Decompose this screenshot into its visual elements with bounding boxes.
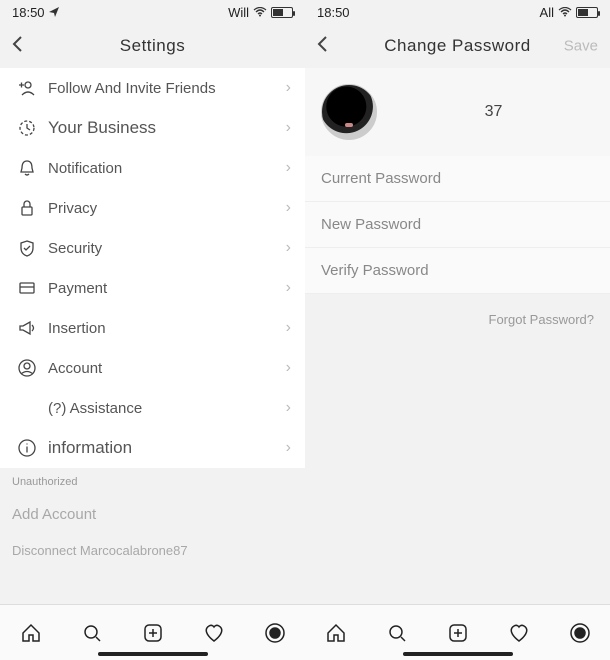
location-icon [49,5,59,20]
back-button[interactable] [10,33,24,59]
chevron-right-icon: › [286,279,291,297]
home-indicator [98,652,208,656]
settings-menu: Follow And Invite Friends › Your Busines… [0,68,305,468]
status-carrier: All [540,5,554,20]
nav-activity[interactable] [202,621,226,645]
chevron-right-icon: › [286,439,291,457]
menu-label: Payment [48,280,286,297]
chevron-right-icon: › [286,159,291,177]
nav-create[interactable] [141,621,165,645]
home-indicator [403,652,513,656]
chevron-right-icon: › [286,319,291,337]
status-time: 18:50 [12,5,45,20]
nav-search[interactable] [385,621,409,645]
clock-icon [14,118,40,138]
wifi-icon [558,5,572,20]
settings-header: Settings [0,24,305,68]
menu-information[interactable]: information › [0,428,305,468]
add-person-icon [14,78,40,98]
page-title: Change Password [317,36,598,56]
menu-insertion[interactable]: Insertion › [0,308,305,348]
page-title: Settings [12,36,293,56]
menu-follow-invite[interactable]: Follow And Invite Friends › [0,68,305,108]
nav-create[interactable] [446,621,470,645]
menu-label: Follow And Invite Friends [48,80,286,97]
new-password-field[interactable]: New Password [305,202,610,248]
wifi-icon [253,5,267,20]
bell-icon [14,158,40,178]
nav-activity[interactable] [507,621,531,645]
account-icon [14,358,40,378]
chevron-right-icon: › [286,119,291,137]
bottom-nav [305,604,610,660]
back-button[interactable] [315,33,329,59]
info-icon [14,438,40,458]
card-icon [14,278,40,298]
status-carrier: Will [228,5,249,20]
lock-icon [14,198,40,218]
battery-icon [576,7,598,18]
chevron-right-icon: › [286,399,291,417]
status-bar: 18:50 All [305,0,610,24]
menu-label: Privacy [48,200,286,217]
add-account-link[interactable]: Add Account [0,496,305,533]
nav-home[interactable] [324,621,348,645]
profile-block: 37 [305,68,610,156]
change-password-header: Change Password Save [305,24,610,68]
nav-profile[interactable] [568,621,592,645]
save-button[interactable]: Save [564,38,598,55]
chevron-right-icon: › [286,199,291,217]
menu-label: Your Business [48,118,286,138]
menu-notification[interactable]: Notification › [0,148,305,188]
current-password-field[interactable]: Current Password [305,156,610,202]
menu-label: (?) Assistance [48,400,286,417]
chevron-right-icon: › [286,79,291,97]
shield-icon [14,238,40,258]
menu-privacy[interactable]: Privacy › [0,188,305,228]
avatar [321,84,377,140]
status-time: 18:50 [317,5,350,20]
menu-label: Insertion [48,320,286,337]
disconnect-link[interactable]: Disconnect Marcocalabrone87 [0,533,305,568]
megaphone-icon [14,318,40,338]
nav-search[interactable] [80,621,104,645]
nav-profile[interactable] [263,621,287,645]
chevron-right-icon: › [286,239,291,257]
profile-value: 37 [393,103,594,121]
chevron-right-icon: › [286,359,291,377]
change-password-screen: 18:50 All Change Password Save 37 Curren… [305,0,610,660]
section-note: Unauthorized [0,468,305,496]
verify-password-field[interactable]: Verify Password [305,248,610,294]
menu-label: Account [48,360,286,377]
menu-payment[interactable]: Payment › [0,268,305,308]
menu-label: Notification [48,160,286,177]
status-bar: 18:50 Will [0,0,305,24]
menu-label: Security [48,240,286,257]
menu-your-business[interactable]: Your Business › [0,108,305,148]
settings-screen: 18:50 Will Settings Follow And Invite Fr… [0,0,305,660]
menu-account[interactable]: Account › [0,348,305,388]
menu-security[interactable]: Security › [0,228,305,268]
battery-icon [271,7,293,18]
menu-label: information [48,438,286,458]
forgot-password-link[interactable]: Forgot Password? [305,294,610,345]
menu-assistance[interactable]: (?) Assistance › [0,388,305,428]
nav-home[interactable] [19,621,43,645]
bottom-nav [0,604,305,660]
